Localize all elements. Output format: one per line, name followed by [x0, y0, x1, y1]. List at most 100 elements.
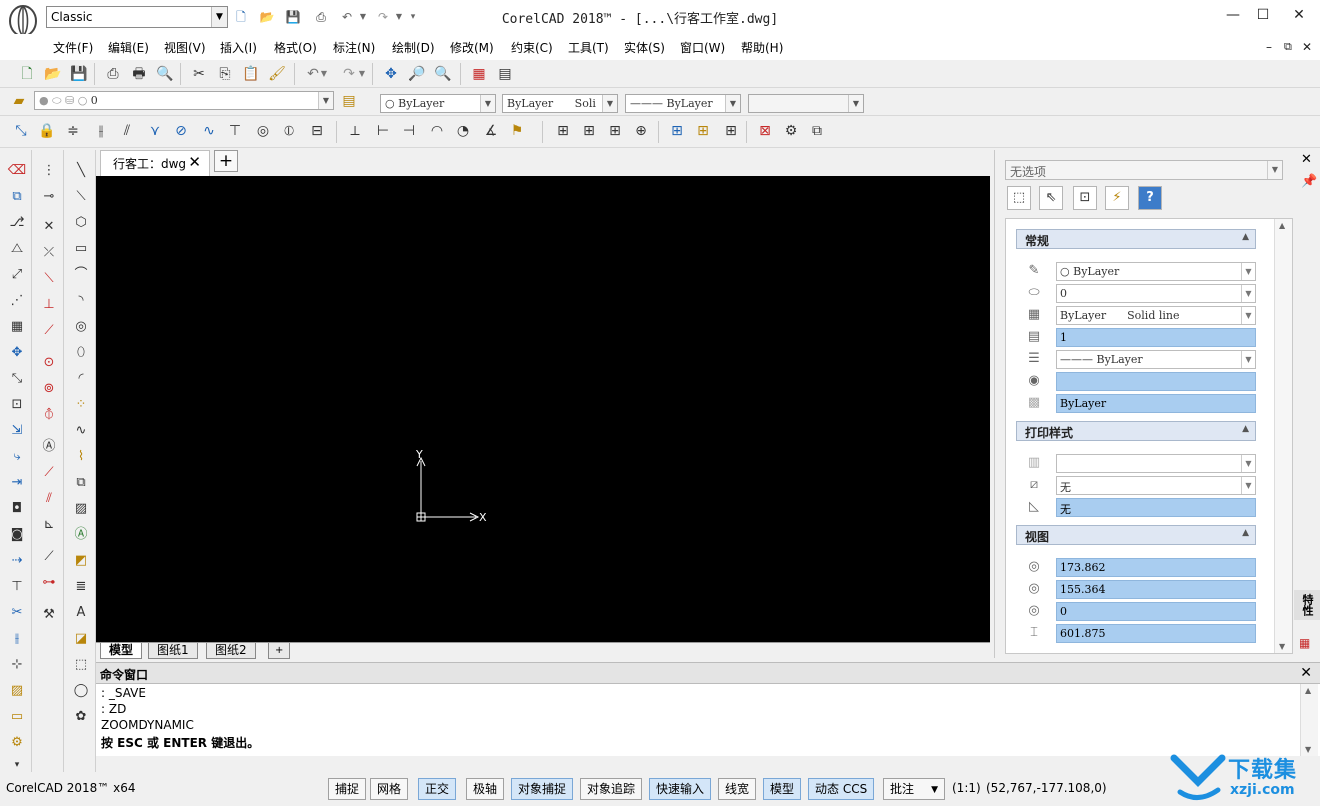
menu-solid[interactable]: 实体(S)	[624, 39, 665, 56]
pan-icon[interactable]: ✥	[380, 63, 402, 85]
print-icon[interactable]: ⎙	[312, 8, 330, 26]
segment-icon[interactable]: ⟋	[38, 320, 60, 342]
doc-minimize-button[interactable]: –	[1266, 40, 1272, 54]
ellipse-icon[interactable]: ⬯	[70, 342, 92, 364]
plot-style-combo[interactable]: ▼	[748, 94, 864, 113]
match-properties-icon[interactable]: 🖌	[266, 63, 288, 85]
snap-lock-icon[interactable]: 🔒	[36, 120, 58, 142]
model-toggle[interactable]: 模型	[763, 778, 802, 800]
menu-tools[interactable]: 工具(T)	[568, 39, 609, 56]
prop-plot-table[interactable]: 无 ▼	[1056, 476, 1256, 495]
parallel-icon[interactable]: ⫽	[38, 488, 60, 510]
donut-icon[interactable]: ◯	[70, 680, 92, 702]
tangent-icon[interactable]: ⦽	[38, 404, 60, 426]
minimize-button[interactable]: —	[1218, 4, 1248, 26]
snap-intersection-icon[interactable]: ⋎	[144, 120, 166, 142]
hatch-icon[interactable]: ▨	[70, 498, 92, 520]
selection-combo[interactable]: 无选项 ▼	[1005, 160, 1283, 180]
cut-icon[interactable]: ✂	[188, 63, 210, 85]
ortho-toggle[interactable]: 正交	[418, 778, 457, 800]
dim-diameter-icon[interactable]: ◔	[452, 120, 474, 142]
collapse-icon[interactable]: ▲	[1242, 424, 1249, 434]
section-print-style[interactable]: 打印样式 ▲	[1016, 421, 1256, 441]
zoom-window-icon[interactable]: 🔍	[432, 63, 454, 85]
perpendicular-icon[interactable]: ⊾	[38, 514, 60, 536]
chevron-down-icon[interactable]: ▼	[318, 92, 333, 109]
tab-sheet2[interactable]: 图纸2	[206, 643, 256, 659]
mirror-icon[interactable]: ⎇	[6, 212, 28, 234]
point-snap-icon[interactable]: ⋮	[38, 160, 60, 182]
properties-scrollbar[interactable]: ▲ ▼	[1274, 219, 1292, 653]
menu-insert[interactable]: 插入(I)	[220, 39, 257, 56]
print-preview-icon[interactable]: 🖶	[128, 63, 150, 85]
select-objects-icon[interactable]: ⇖	[1039, 186, 1063, 210]
dim-style-icon[interactable]: ⚙	[780, 120, 802, 142]
chevron-down-icon[interactable]: ▼	[1241, 263, 1255, 280]
prop-linetype-scale[interactable]: 1	[1056, 328, 1256, 347]
snap-insert-icon[interactable]: ⊟	[306, 120, 328, 142]
apparent-icon[interactable]: ⊶	[38, 572, 60, 594]
node-icon[interactable]: ⟋	[38, 462, 60, 484]
break-icon[interactable]: ◘	[6, 498, 28, 520]
new-tab-button[interactable]: +	[214, 150, 238, 172]
erase-icon[interactable]: ⌫	[6, 160, 28, 182]
prop-plot-attached[interactable]: 无	[1056, 498, 1256, 517]
snap-perpendicular-icon[interactable]: ⊤	[224, 120, 246, 142]
save-icon[interactable]: 💾	[68, 63, 90, 85]
snap-curve-icon[interactable]: ∿	[198, 120, 220, 142]
chevron-down-icon[interactable]: ▼	[848, 95, 863, 112]
zoom-preview-icon[interactable]: 🔍	[154, 63, 176, 85]
color-palette-icon[interactable]: ▦	[1299, 636, 1310, 650]
line-snap-icon[interactable]: ⊸	[38, 186, 60, 208]
properties-filter-icon[interactable]: ⚡	[1105, 186, 1129, 210]
scroll-down-icon[interactable]: ▼	[1279, 642, 1285, 651]
snap-endpoint-icon[interactable]: ⤡	[10, 120, 32, 142]
table-icon[interactable]: ◪	[70, 628, 92, 650]
dim-center-mark-icon[interactable]: ⊕	[630, 120, 652, 142]
close-panel-icon[interactable]: ✕	[1301, 152, 1312, 167]
dim-continue-icon[interactable]: ⊞	[552, 120, 574, 142]
snap-extension-icon[interactable]: ⫽	[116, 120, 138, 142]
dim-text-edit-icon[interactable]: ⊞	[692, 120, 714, 142]
close-icon[interactable]: ✕	[188, 153, 201, 171]
prop-center-x[interactable]: 173.862	[1056, 558, 1256, 577]
edit-hatch-icon[interactable]: ▨	[6, 680, 28, 702]
arc-3pt-icon[interactable]: ◝	[70, 290, 92, 312]
layer-manager-icon[interactable]: ▰	[8, 90, 30, 112]
lineweight-toggle[interactable]: 线宽	[718, 778, 757, 800]
snap-parallel-icon[interactable]: ⫲	[90, 120, 112, 142]
copy-object-icon[interactable]: ⧉	[6, 186, 28, 208]
cloud-icon[interactable]: ✿	[70, 706, 92, 728]
chevron-down-icon[interactable]: ▼	[931, 783, 938, 798]
section-view[interactable]: 视图 ▲	[1016, 525, 1256, 545]
doc-close-button[interactable]: ✕	[1302, 40, 1312, 54]
dim-update-icon[interactable]: ⊞	[720, 120, 742, 142]
arc-icon[interactable]: ⌒	[70, 264, 92, 286]
menu-draw[interactable]: 绘制(D)	[392, 39, 435, 56]
extend-icon[interactable]: ⇥	[6, 472, 28, 494]
zoom-realtime-icon[interactable]: 🔎	[406, 63, 428, 85]
chevron-down-icon[interactable]: ▼	[1241, 307, 1255, 324]
color-combo[interactable]: ○ ByLayer ▼	[380, 94, 496, 113]
polar-toggle[interactable]: 极轴	[466, 778, 505, 800]
menu-modify[interactable]: 修改(M)	[450, 39, 494, 56]
diagonal-icon[interactable]: ⟍	[38, 268, 60, 290]
prop-height[interactable]: 601.875	[1056, 624, 1256, 643]
menu-format[interactable]: 格式(O)	[274, 39, 317, 56]
new-icon[interactable]: 🗋	[16, 63, 38, 85]
redo-dropdown-icon[interactable]: ▼	[356, 63, 368, 85]
chevron-down-icon[interactable]: ▼	[480, 95, 495, 112]
linetype-combo[interactable]: ByLayer Soli ▼	[502, 94, 618, 113]
chamfer-icon[interactable]: ⇢	[6, 550, 28, 572]
prop-lineweight[interactable]: ——— ByLayer ▼	[1056, 350, 1256, 369]
prop-linetype[interactable]: ByLayer Solid line ▼	[1056, 306, 1256, 325]
print-icon[interactable]: ⎙	[102, 63, 124, 85]
polygon-icon[interactable]: ⬡	[70, 212, 92, 234]
menu-file[interactable]: 文件(F)	[53, 39, 93, 56]
menu-dimension[interactable]: 标注(N)	[333, 39, 375, 56]
open-icon[interactable]: 📂	[42, 63, 64, 85]
stretch-icon[interactable]: ⇲	[6, 420, 28, 442]
gradient-icon[interactable]: Ⓐ	[70, 524, 92, 546]
chevron-down-icon[interactable]: ▼	[1241, 455, 1255, 472]
paste-icon[interactable]: 📋	[240, 63, 262, 85]
